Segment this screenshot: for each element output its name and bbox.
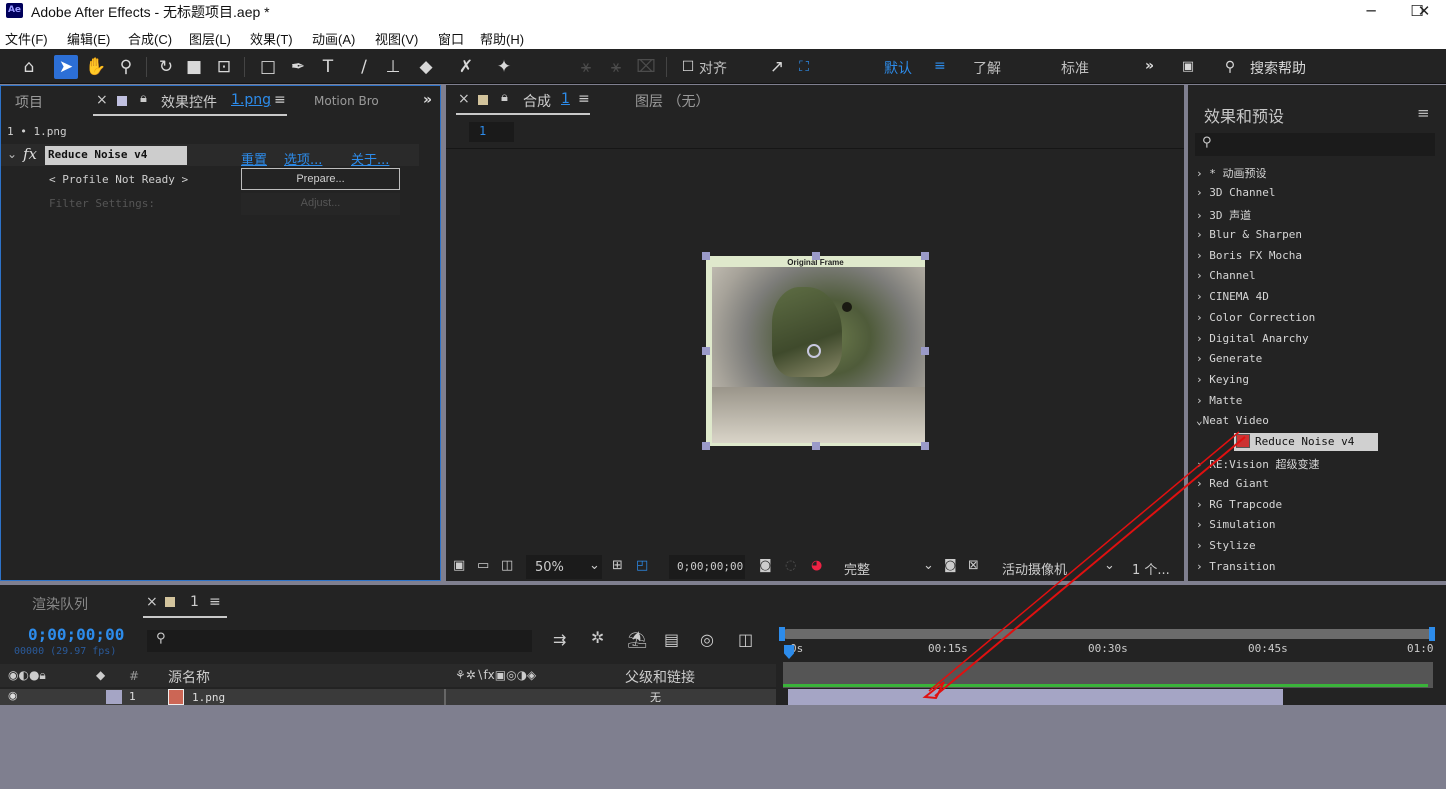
- red-arrow-annotation: [922, 431, 1246, 700]
- after-effects-window: Ae Adobe After Effects - 无标题项目.aep * ─ ☐…: [0, 0, 1446, 789]
- arrow-line: [928, 431, 1240, 692]
- arrow-line: [934, 436, 1246, 697]
